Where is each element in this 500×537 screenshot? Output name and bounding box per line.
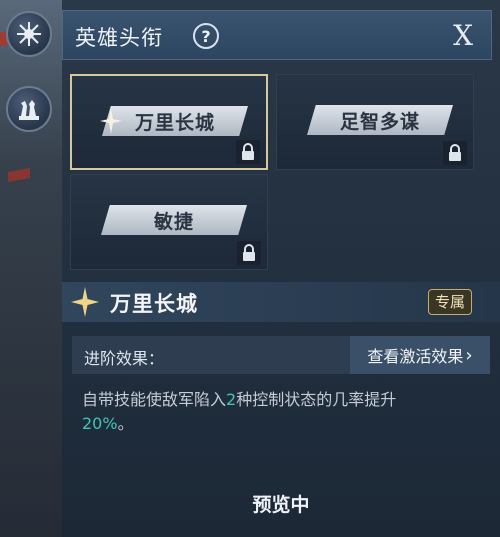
panel-header: 英雄头衔 ? X bbox=[62, 10, 492, 60]
view-activation-effect-button[interactable]: 查看激活效果 › bbox=[350, 336, 490, 374]
detail-title: 万里长城 bbox=[110, 292, 198, 316]
sparkle-icon bbox=[100, 108, 122, 134]
title-label: 万里长城 bbox=[134, 111, 215, 134]
desc-text: 。 bbox=[117, 414, 134, 433]
chess-pieces-icon bbox=[19, 100, 39, 120]
chess-button[interactable] bbox=[6, 86, 52, 132]
help-icon[interactable]: ? bbox=[193, 23, 219, 49]
view-activation-effect-label: 查看激活效果 bbox=[367, 347, 464, 366]
desc-highlight-count: 2 bbox=[226, 390, 237, 409]
snowflake-emblem-icon bbox=[17, 22, 41, 46]
effect-description: 自带技能使敌军陷入2种控制状态的几率提升 20%。 bbox=[82, 388, 482, 436]
close-button[interactable]: X bbox=[453, 19, 473, 52]
background-scene bbox=[0, 0, 70, 537]
lock-icon bbox=[443, 141, 467, 165]
desc-highlight-percent: 20% bbox=[82, 414, 118, 433]
preview-status: 预览中 bbox=[252, 494, 310, 516]
lock-icon bbox=[237, 241, 261, 265]
sparkle-icon bbox=[71, 287, 99, 317]
emblem-button[interactable] bbox=[6, 11, 52, 57]
title-pill: 足智多谋 bbox=[307, 105, 453, 135]
desc-text: 自带技能使敌军陷入 bbox=[82, 390, 227, 409]
lock-icon bbox=[236, 140, 260, 164]
exclusive-badge: 专属 bbox=[427, 289, 472, 315]
advance-effect-row: 进阶效果： 查看激活效果 › bbox=[72, 336, 490, 374]
title-card-minjie[interactable]: 敏捷 bbox=[70, 174, 268, 270]
title-label: 敏捷 bbox=[153, 210, 194, 233]
title-label: 足智多谋 bbox=[339, 110, 420, 133]
detail-header: 万里长城 专属 bbox=[62, 282, 500, 322]
hero-title-panel: 英雄头衔 ? X 万里长城 足智多谋 敏捷 万里长城 专属 进阶效果： 查看激活… bbox=[62, 0, 500, 537]
advance-effect-label: 进阶效果： bbox=[84, 349, 165, 368]
chevron-right-icon: › bbox=[465, 344, 473, 366]
title-card-wanlichangcheng[interactable]: 万里长城 bbox=[70, 74, 268, 170]
title-card-zuzhiduomou[interactable]: 足智多谋 bbox=[276, 74, 474, 170]
page-title: 英雄头衔 bbox=[75, 26, 163, 50]
desc-text: 种控制状态的几率提升 bbox=[236, 390, 397, 409]
title-pill: 敏捷 bbox=[101, 205, 247, 235]
